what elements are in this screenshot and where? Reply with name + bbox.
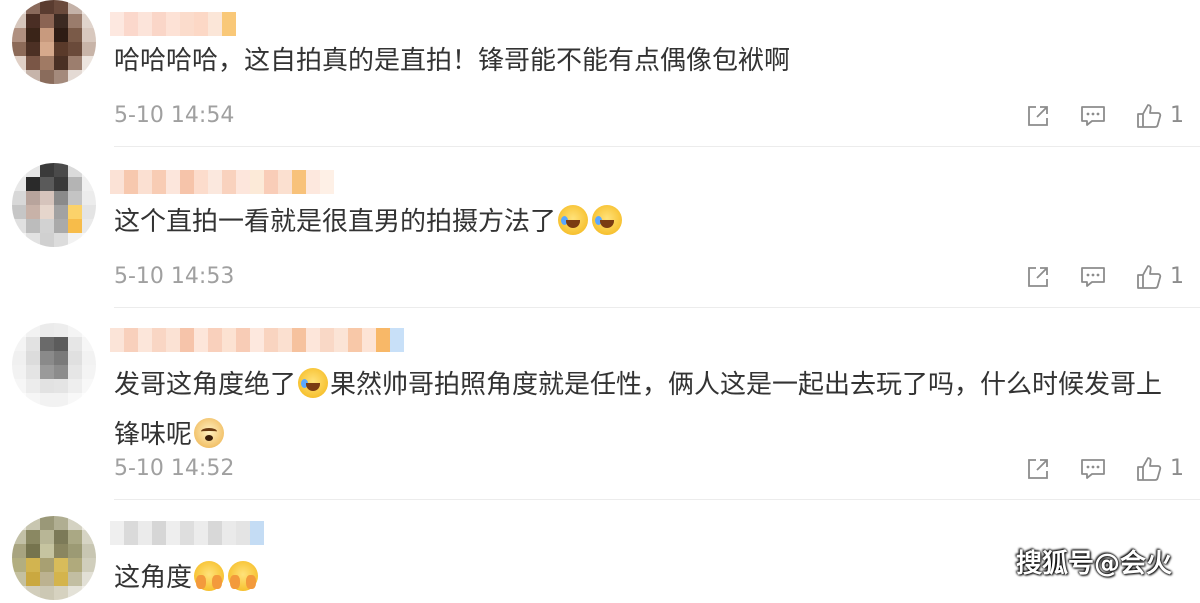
laugh-cry-emoji-icon — [558, 205, 589, 235]
laugh-cry-emoji-icon — [298, 368, 329, 398]
share-button[interactable] — [1026, 104, 1050, 128]
comment-icon — [1081, 459, 1105, 479]
divider — [114, 146, 1200, 147]
divider — [114, 499, 1200, 500]
thumbs-up-icon — [1137, 457, 1162, 481]
username-blurred[interactable] — [110, 12, 236, 36]
like-count: 1 — [1170, 264, 1184, 289]
reply-button[interactable] — [1080, 457, 1106, 481]
share-button[interactable] — [1026, 457, 1050, 481]
comment-text: 发哥这角度绝了 果然帅哥拍照角度就是任性，俩人这是一起出去玩了吗，什么时候发哥上锋… — [114, 360, 1174, 460]
like-count: 1 — [1170, 103, 1184, 128]
like-button[interactable]: 1 — [1136, 262, 1184, 292]
username-blurred[interactable] — [110, 328, 404, 352]
doge-emoji-icon — [194, 418, 225, 448]
shy-emoji-icon — [228, 561, 259, 591]
comment-meta: 5-10 14:53 1 — [114, 262, 1184, 292]
comment-meta: 5-10 14:52 1 — [114, 454, 1184, 484]
timestamp: 5-10 14:53 — [114, 264, 235, 289]
thumbs-up-icon — [1137, 265, 1162, 289]
comment-icon — [1081, 106, 1105, 126]
laugh-cry-emoji-icon — [592, 205, 623, 235]
share-icon — [1028, 106, 1048, 126]
avatar[interactable] — [12, 323, 96, 407]
comment-actions: 1 — [996, 262, 1184, 292]
like-count: 1 — [1170, 456, 1184, 481]
like-button[interactable]: 1 — [1136, 101, 1184, 131]
shy-emoji-icon — [194, 561, 225, 591]
divider — [114, 307, 1200, 308]
timestamp: 5-10 14:52 — [114, 456, 235, 481]
avatar[interactable] — [12, 516, 96, 600]
timestamp: 5-10 14:54 — [114, 103, 235, 128]
watermark: 搜狐号@会火 — [1015, 549, 1172, 579]
comment-text-content: 发哥这角度绝了 — [114, 370, 297, 400]
comment-icon — [1081, 267, 1105, 287]
comment-actions: 1 — [996, 101, 1184, 131]
comment-text: 这个直拍一看就是很直男的拍摄方法了 — [114, 197, 1174, 247]
share-icon — [1028, 267, 1048, 287]
reply-button[interactable] — [1080, 104, 1106, 128]
comment-text-content: 哈哈哈哈，这自拍真的是直拍！锋哥能不能有点偶像包袱啊 — [114, 46, 791, 76]
reply-button[interactable] — [1080, 265, 1106, 289]
comment-text-content: 这角度 — [114, 563, 193, 593]
share-icon — [1028, 459, 1048, 479]
like-button[interactable]: 1 — [1136, 454, 1184, 484]
comment-text: 哈哈哈哈，这自拍真的是直拍！锋哥能不能有点偶像包袱啊 — [114, 36, 1174, 86]
comment-meta: 5-10 14:54 1 — [114, 101, 1184, 131]
thumbs-up-icon — [1137, 104, 1162, 128]
username-blurred[interactable] — [110, 170, 334, 194]
avatar[interactable] — [12, 163, 96, 247]
comment-actions: 1 — [996, 454, 1184, 484]
comment-text-content: 这个直拍一看就是很直男的拍摄方法了 — [114, 207, 557, 237]
share-button[interactable] — [1026, 265, 1050, 289]
username-blurred[interactable] — [110, 521, 264, 545]
avatar[interactable] — [12, 0, 96, 84]
